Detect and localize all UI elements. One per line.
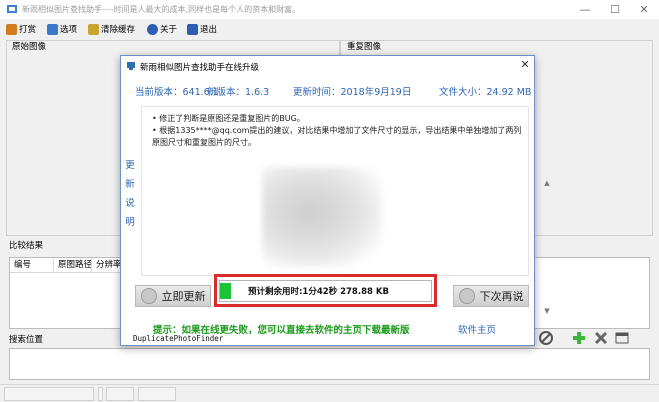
changelog-item-text: 修正了判断是原图还是重复图片的BUG。 <box>159 114 305 123</box>
later-button[interactable]: 下次再说 <box>453 285 529 307</box>
dialog-app-icon <box>127 62 135 70</box>
window-icon[interactable] <box>615 331 629 345</box>
gift-icon <box>6 23 17 35</box>
duplicate-image-label: 重复图像 <box>347 42 382 52</box>
update-time-label: 更新时间： <box>293 87 341 98</box>
exit-icon <box>187 23 198 35</box>
delete-icon[interactable] <box>594 331 608 345</box>
dialog-close-button[interactable]: ✕ <box>518 58 532 72</box>
scroll-down-arrow-icon[interactable]: ▼ <box>542 307 552 317</box>
original-image-label: 原始图像 <box>12 42 47 52</box>
menu-clear-cache[interactable]: 清除缓存 <box>88 22 135 36</box>
progress-fill <box>220 283 231 299</box>
changelog-item: • 修正了判断是原图还是重复图片的BUG。 <box>152 114 305 123</box>
title-bar: 新雨相似图片查找助手----时间是人最大的成本,同样也是每个人的资本和财富。 —… <box>0 0 659 19</box>
broom-icon <box>88 23 99 35</box>
status-bar <box>0 384 659 402</box>
file-size-info: 文件大小：24.92 MB <box>439 84 531 98</box>
add-icon[interactable] <box>572 331 586 345</box>
current-version-label: 当前版本： <box>135 87 183 98</box>
side-char: 说 <box>125 198 135 209</box>
status-cell <box>98 387 103 401</box>
options-icon <box>47 23 58 35</box>
menu-exit-label: 退出 <box>200 25 218 35</box>
menu-donate[interactable]: 打赏 <box>6 22 36 36</box>
minimize-button[interactable]: — <box>570 0 600 19</box>
status-cell <box>106 387 134 401</box>
compare-result-label: 比较结果 <box>9 241 44 251</box>
status-cell <box>138 387 176 401</box>
search-location-label: 搜索位置 <box>9 335 44 345</box>
progress-text: 预计剩余用时:1分42秒 278.88 KB <box>248 287 389 297</box>
status-cell <box>4 387 94 401</box>
scroll-up-arrow-icon[interactable]: ▲ <box>542 179 552 189</box>
menu-bar: 打赏 选项 清除缓存 关于 退出 <box>0 19 659 38</box>
update-time-info: 更新时间：2018年9月19日 <box>293 84 411 98</box>
later-label: 下次再说 <box>479 290 524 303</box>
file-size-label: 文件大小： <box>439 87 487 98</box>
column-header-path[interactable]: 原图路径 <box>54 258 92 273</box>
cancel-icon <box>458 288 475 304</box>
footer-program-name: DuplicatePhotoFinder <box>133 334 224 343</box>
update-now-button[interactable]: 立即更新 <box>135 285 211 307</box>
menu-donate-label: 打赏 <box>19 25 37 35</box>
update-dialog: 新雨相似图片查找助手在线升级 ✕ 当前版本：641.6.1 新版本：1.6.3 … <box>120 55 550 346</box>
menu-options[interactable]: 选项 <box>47 22 77 36</box>
side-char: 更 <box>125 160 135 171</box>
side-char: 新 <box>125 179 135 190</box>
menu-clear-cache-label: 清除缓存 <box>101 25 136 35</box>
changelog-side-label: 更 新 说 明 <box>124 106 136 232</box>
changelog-list: • 修正了判断是原图还是重复图片的BUG。 • 根据1335****@qq.co… <box>152 113 522 149</box>
menu-options-label: 选项 <box>60 25 78 35</box>
column-header-id[interactable]: 编号 <box>10 258 54 273</box>
stop-icon[interactable] <box>539 331 553 345</box>
changelog-box[interactable]: • 修正了判断是原图还是重复图片的BUG。 • 根据1335****@qq.co… <box>141 106 550 315</box>
side-char: 明 <box>125 217 135 228</box>
homepage-link[interactable]: 软件主页 <box>458 322 496 336</box>
blurred-image <box>262 167 382 267</box>
download-progress-bar: 预计剩余用时:1分42秒 278.88 KB <box>219 280 432 302</box>
close-button[interactable]: ✕ <box>629 0 659 19</box>
update-now-label: 立即更新 <box>161 290 206 303</box>
app-icon <box>7 5 17 13</box>
menu-exit[interactable]: 退出 <box>187 22 217 36</box>
maximize-button[interactable]: ☐ <box>600 0 630 19</box>
menu-about-label: 关于 <box>160 25 178 35</box>
new-version-info: 新版本：1.6.3 <box>207 84 269 98</box>
dialog-title: 新雨相似图片查找助手在线升级 <box>140 63 260 73</box>
update-time-value: 2018年9月19日 <box>340 87 412 98</box>
download-icon <box>140 288 157 304</box>
info-icon <box>147 23 158 35</box>
new-version-value: 1.6.3 <box>245 87 270 98</box>
file-size-value: 24.92 MB <box>486 87 532 98</box>
menu-about[interactable]: 关于 <box>147 22 177 36</box>
changelog-item-text: 根据1335****@qq.com提出的建议，对比结果中增加了文件尺寸的显示，导… <box>152 126 522 147</box>
changelog-item: • 根据1335****@qq.com提出的建议，对比结果中增加了文件尺寸的显示… <box>152 126 522 147</box>
window-title: 新雨相似图片查找助手----时间是人最大的成本,同样也是每个人的资本和财富。 <box>22 5 301 14</box>
search-location-list[interactable] <box>9 348 650 380</box>
new-version-label: 新版本： <box>207 87 246 98</box>
